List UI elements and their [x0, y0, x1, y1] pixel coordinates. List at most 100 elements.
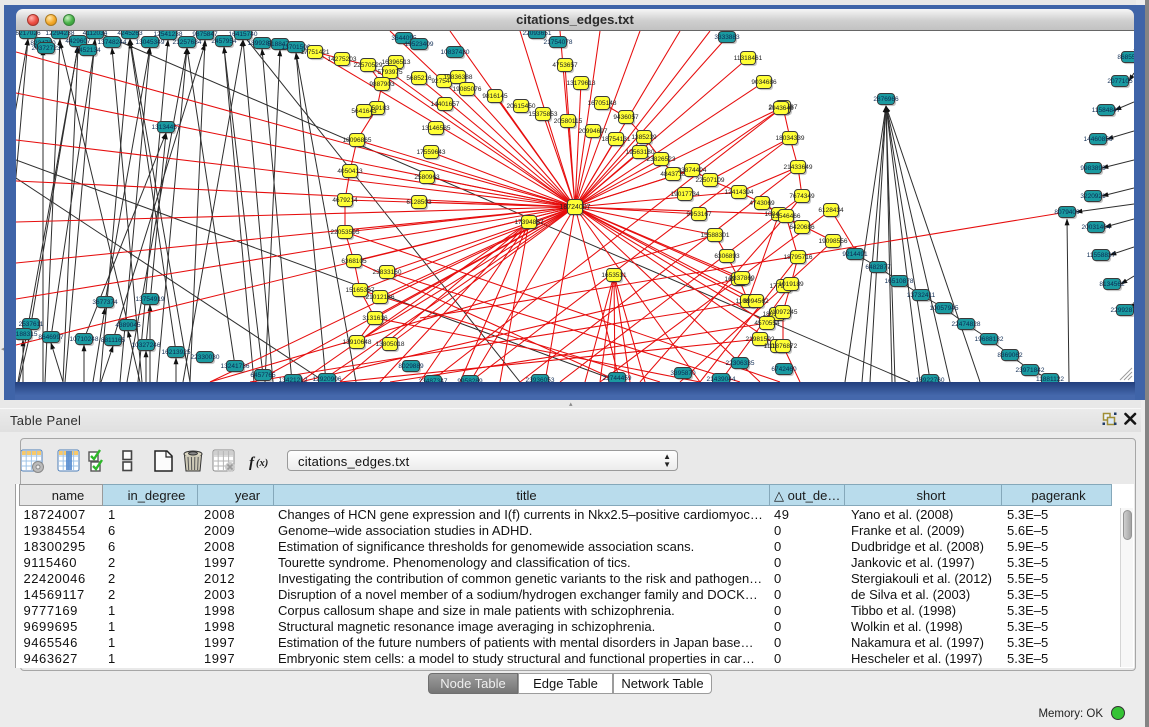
svg-text:13241736: 13241736 — [221, 363, 250, 370]
svg-text:9816145: 9816145 — [482, 93, 508, 100]
svg-text:11876872: 11876872 — [769, 343, 798, 350]
svg-text:3131636: 3131636 — [362, 315, 388, 322]
svg-text:13045349: 13045349 — [136, 39, 165, 46]
svg-text:18922760: 18922760 — [916, 377, 945, 382]
svg-text:3333883: 3333883 — [714, 34, 740, 41]
svg-text:19523409: 19523409 — [405, 41, 434, 48]
svg-text:10710248: 10710248 — [70, 336, 99, 343]
svg-text:3395870: 3395870 — [670, 370, 696, 377]
svg-text:4743069: 4743069 — [749, 200, 775, 207]
svg-text:18724007: 18724007 — [559, 204, 590, 211]
svg-text:6420686: 6420686 — [789, 224, 815, 231]
svg-text:17394887: 17394887 — [515, 219, 544, 226]
svg-text:9875847: 9875847 — [192, 31, 218, 38]
svg-text:10057945: 10057945 — [930, 305, 959, 312]
svg-text:8646997: 8646997 — [38, 334, 64, 341]
svg-text:6457765: 6457765 — [250, 372, 276, 379]
svg-text:19085076: 19085076 — [453, 86, 482, 93]
svg-text:3220921: 3220921 — [1080, 193, 1106, 200]
svg-text:1019189: 1019189 — [778, 281, 804, 288]
svg-text:9214491: 9214491 — [842, 251, 868, 258]
svg-text:3677374: 3677374 — [92, 299, 118, 306]
svg-text:6128503: 6128503 — [406, 199, 432, 206]
svg-text:20615450: 20615450 — [507, 103, 536, 110]
svg-text:23188315: 23188315 — [16, 331, 38, 338]
svg-text:14401657: 14401657 — [431, 101, 460, 108]
svg-text:4245263: 4245263 — [117, 31, 143, 37]
svg-text:17751421: 17751421 — [301, 49, 330, 56]
svg-text:1385239: 1385239 — [631, 134, 657, 141]
svg-text:9837869: 9837869 — [729, 275, 755, 282]
svg-text:22306335: 22306335 — [726, 360, 755, 367]
svg-text:13134457: 13134457 — [152, 124, 181, 131]
svg-text:18096865: 18096865 — [343, 137, 372, 144]
svg-text:22507109: 22507109 — [696, 177, 725, 184]
svg-text:6742460: 6742460 — [771, 366, 797, 373]
svg-text:11318461: 11318461 — [734, 55, 763, 62]
svg-text:22744459: 22744459 — [603, 375, 632, 382]
svg-text:2537611: 2537611 — [19, 321, 44, 328]
svg-text:4112034: 4112034 — [83, 31, 108, 37]
svg-text:18795716: 18795716 — [784, 254, 813, 261]
svg-text:21439044: 21439044 — [707, 376, 736, 382]
svg-text:22474828: 22474828 — [952, 321, 981, 328]
svg-text:5641643: 5641643 — [351, 108, 377, 115]
svg-text:21433649: 21433649 — [784, 164, 813, 171]
svg-text:19098556: 19098556 — [819, 238, 848, 245]
svg-text:13179613: 13179613 — [567, 80, 596, 87]
svg-text:16396513: 16396513 — [382, 59, 411, 66]
svg-text:20372723: 20372723 — [32, 45, 61, 52]
svg-text:13421212: 13421212 — [279, 377, 308, 382]
svg-text:17559643: 17559643 — [417, 149, 446, 156]
svg-text:4570554: 4570554 — [754, 320, 780, 327]
svg-text:15588301: 15588301 — [701, 232, 730, 239]
svg-text:6994562: 6994562 — [743, 298, 769, 305]
svg-text:9958289: 9958289 — [457, 378, 483, 382]
svg-text:9953167: 9953167 — [686, 211, 712, 218]
svg-text:22330030: 22330030 — [191, 354, 220, 361]
svg-text:13732411: 13732411 — [907, 292, 936, 299]
svg-text:21012166: 21012166 — [366, 294, 395, 301]
svg-text:6368105: 6368105 — [341, 258, 367, 265]
svg-text:15165337: 15165337 — [346, 287, 375, 294]
svg-text:16415740: 16415740 — [229, 31, 258, 38]
svg-text:4429607: 4429607 — [65, 38, 91, 45]
svg-text:10837430: 10837430 — [441, 49, 470, 56]
svg-text:8079409: 8079409 — [1054, 209, 1080, 216]
svg-text:19563180: 19563180 — [626, 149, 655, 156]
svg-text:12414394: 12414394 — [725, 189, 754, 196]
svg-text:22053595: 22053595 — [331, 229, 360, 236]
svg-text:13146585: 13146585 — [422, 125, 451, 132]
svg-text:21754078: 21754078 — [544, 39, 573, 46]
svg-text:8685577: 8685577 — [1117, 54, 1134, 61]
svg-text:8811165: 8811165 — [101, 337, 126, 344]
svg-text:7674349: 7674349 — [789, 193, 815, 200]
svg-text:f: f — [249, 455, 256, 471]
svg-text:4389045: 4389045 — [115, 322, 141, 329]
svg-text:23487347: 23487347 — [419, 378, 448, 382]
svg-text:6128434: 6128434 — [818, 207, 844, 214]
svg-text:2580963: 2580963 — [414, 174, 440, 181]
svg-text:18754131: 18754131 — [602, 136, 631, 143]
svg-text:8029889: 8029889 — [398, 363, 424, 370]
svg-text:21097245: 21097245 — [769, 309, 798, 316]
svg-text:14460856: 14460856 — [1084, 136, 1113, 143]
svg-text:6306893: 6306893 — [714, 253, 740, 260]
svg-text:20031404: 20031404 — [1082, 224, 1111, 231]
svg-text:2876966: 2876966 — [873, 96, 899, 103]
svg-text:23874404: 23874404 — [678, 167, 707, 174]
svg-text:6482877: 6482877 — [865, 264, 891, 271]
svg-text:13748244: 13748244 — [98, 39, 127, 46]
svg-text:2943646: 2943646 — [768, 105, 794, 112]
svg-text:14275203: 14275203 — [328, 56, 357, 63]
svg-text:21257684: 21257684 — [173, 39, 202, 46]
svg-text:22570529: 22570529 — [354, 62, 383, 69]
svg-text:13910648: 13910648 — [343, 339, 372, 346]
svg-text:23833160: 23833160 — [373, 269, 402, 276]
svg-text:16213925: 16213925 — [162, 349, 191, 356]
svg-text:1653531: 1653531 — [601, 272, 627, 279]
svg-text:23971842: 23971842 — [1016, 367, 1045, 374]
svg-text:13754919: 13754919 — [136, 296, 165, 303]
svg-text:22992872: 22992872 — [1111, 307, 1134, 314]
svg-text:4050413: 4050413 — [337, 168, 363, 175]
